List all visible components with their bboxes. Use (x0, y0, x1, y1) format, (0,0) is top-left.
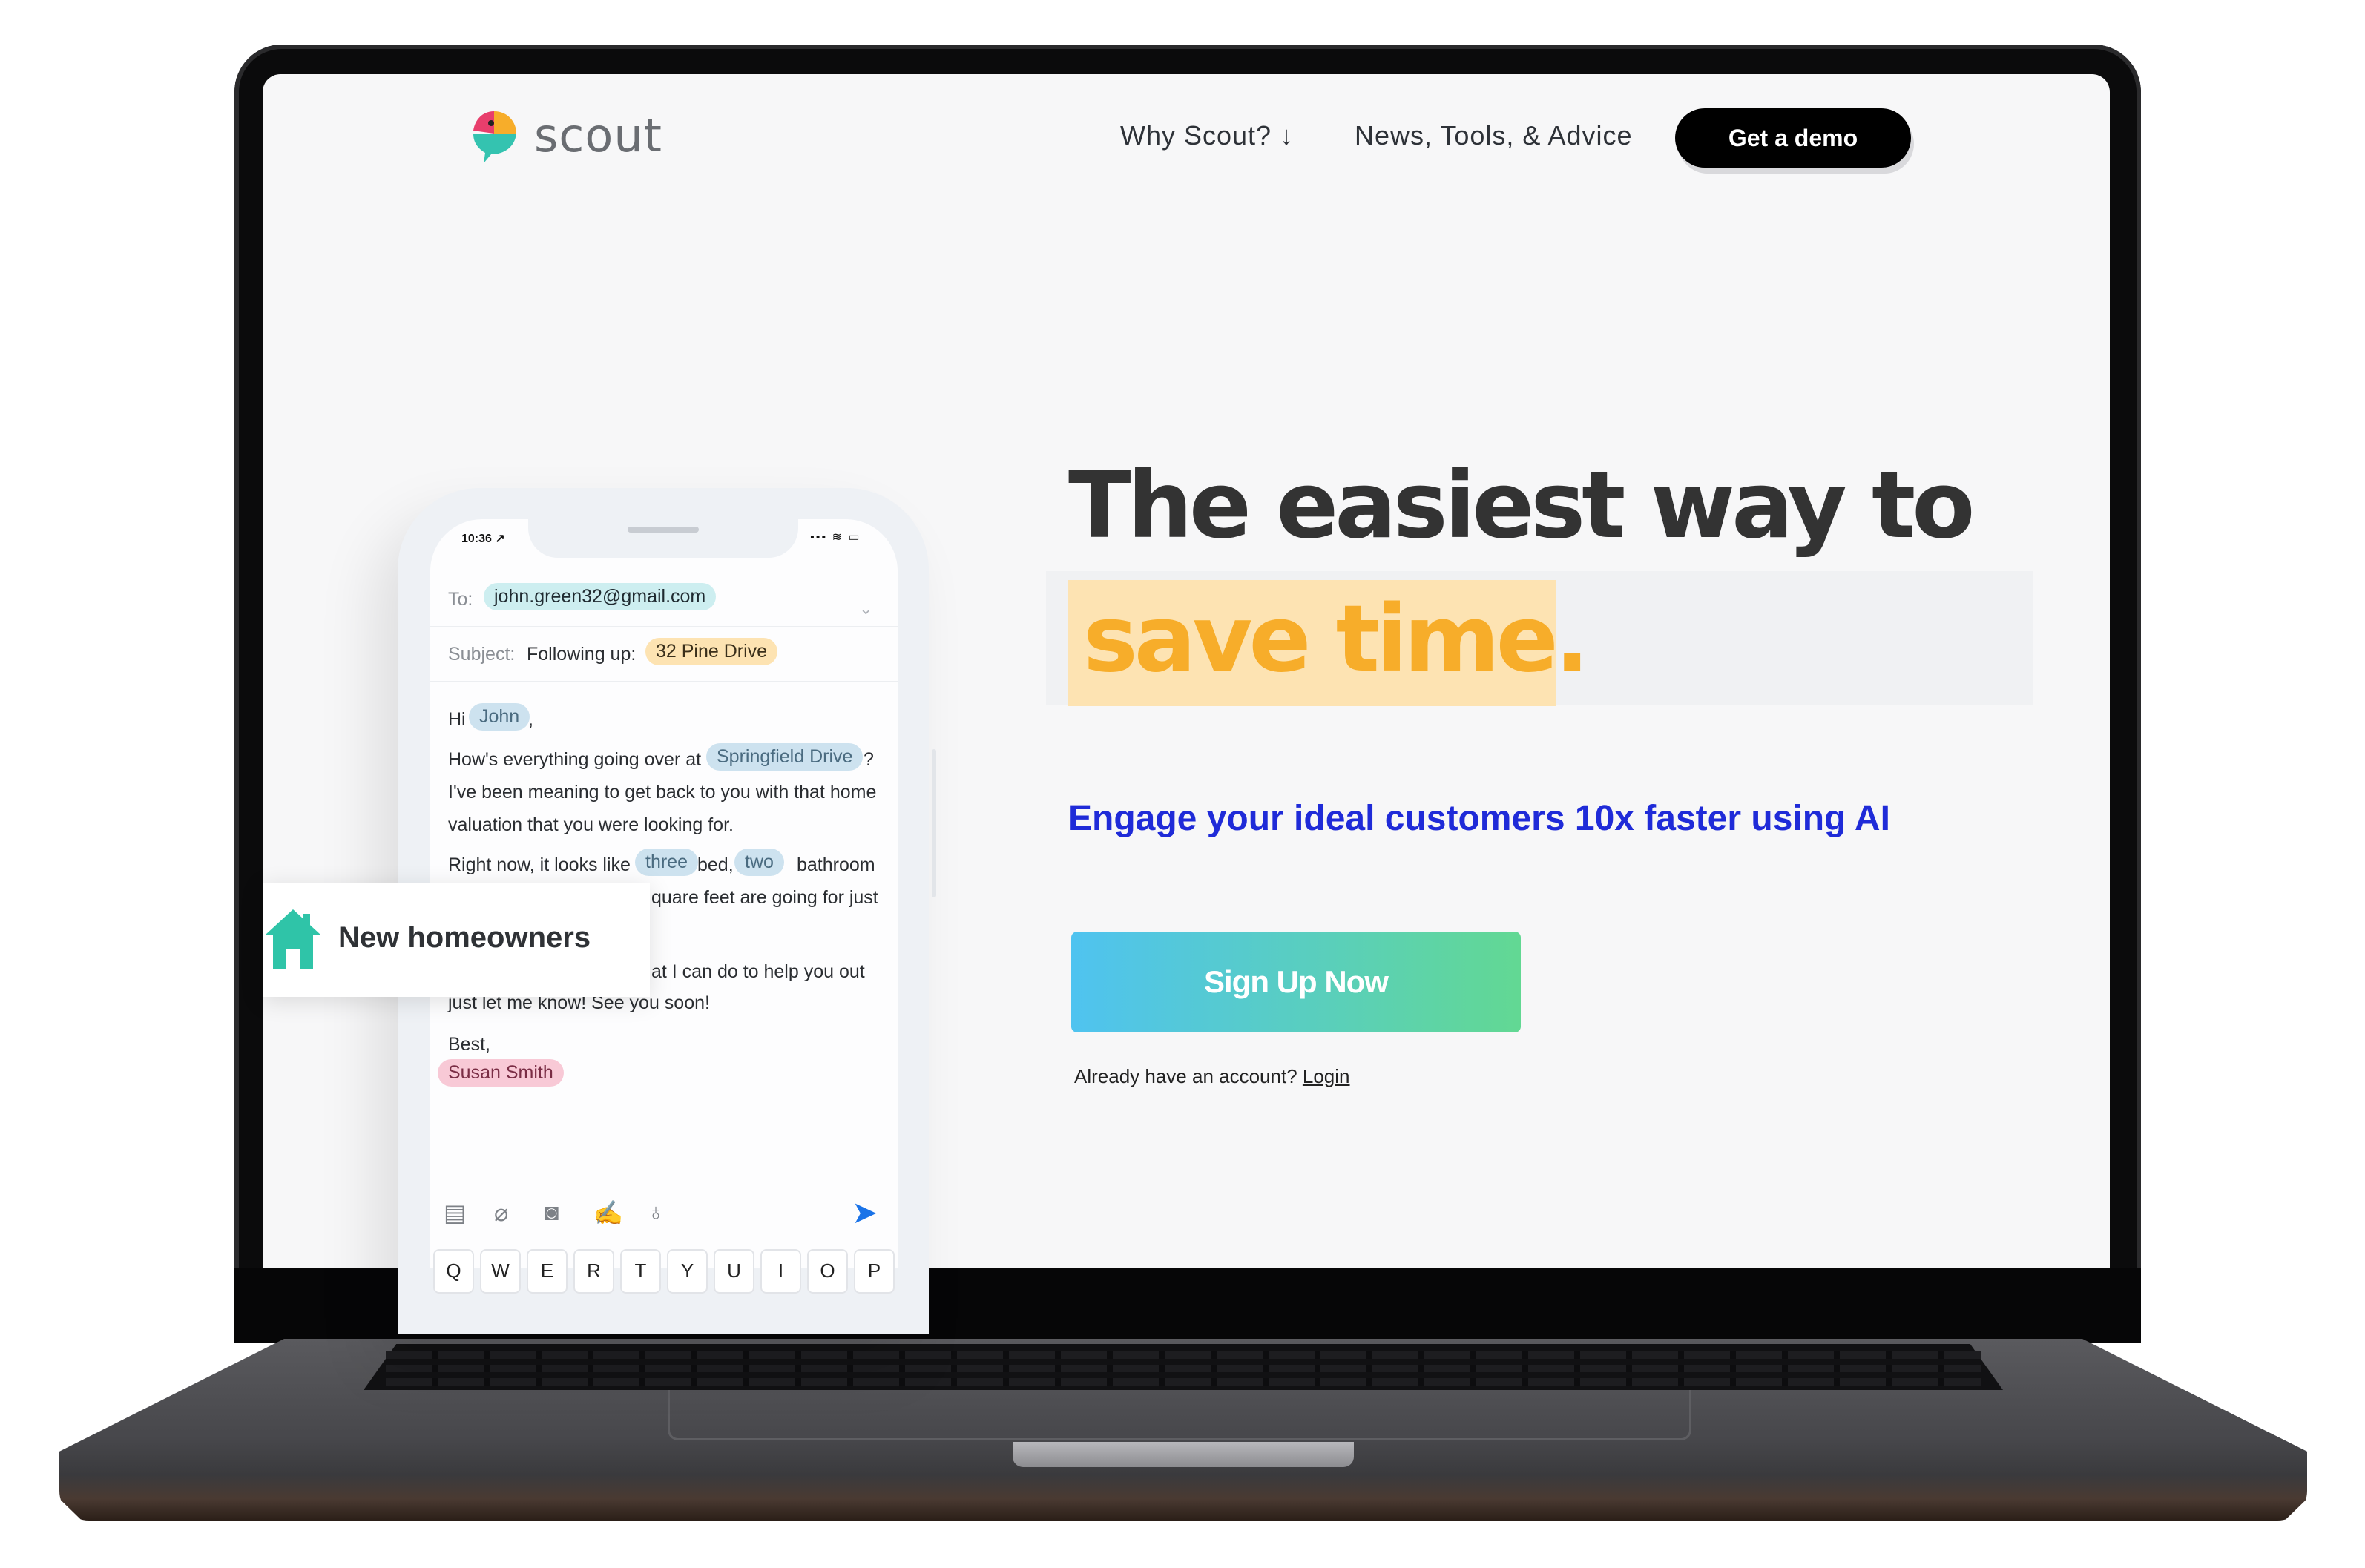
phone-keyboard-row: Q W E R T Y U I O P (433, 1249, 895, 1294)
nav-why-scout[interactable]: Why Scout? ↓ (1120, 120, 1294, 151)
nav-news-tools-advice[interactable]: News, Tools, & Advice (1355, 120, 1633, 151)
keyboard-key-row (386, 1365, 1981, 1372)
greeting: Hi (448, 709, 466, 730)
page-scrollbar[interactable] (932, 749, 936, 897)
camera-icon[interactable]: ◙ (545, 1199, 559, 1226)
email-line: at I can do to help you out (651, 961, 865, 982)
keyboard-key-row (386, 1351, 1981, 1359)
get-demo-button[interactable]: Get a demo (1675, 108, 1911, 168)
subject-address-chip[interactable]: 32 Pine Drive (645, 638, 778, 665)
scout-logo[interactable]: scout (464, 105, 662, 165)
email-line: bed, (697, 854, 734, 875)
new-homeowners-label: New homeowners (338, 921, 591, 954)
keyboard-key[interactable]: T (620, 1249, 661, 1294)
beds-chip[interactable]: three (635, 849, 698, 876)
keyboard-key[interactable]: E (527, 1249, 568, 1294)
phone-speaker (628, 527, 699, 533)
email-signoff: Best, (448, 1034, 490, 1055)
microphone-icon[interactable]: ♁ (647, 1199, 665, 1226)
keyboard-key[interactable]: U (714, 1249, 754, 1294)
subject-label: Subject: (448, 644, 516, 665)
email-line: How's everything going over at (448, 749, 702, 770)
keyboard-key[interactable]: Q (433, 1249, 474, 1294)
greeting-comma: , (528, 709, 533, 730)
keyboard-key[interactable]: W (480, 1249, 521, 1294)
house-icon (266, 909, 320, 969)
email-line: valuation that you were looking for. (448, 814, 734, 835)
recipient-chip[interactable]: john.green32@gmail.com (484, 583, 717, 610)
subject-text: Following up: (527, 644, 637, 665)
paperclip-icon[interactable]: ⌀ (494, 1199, 508, 1227)
laptop-trackpad (668, 1390, 1691, 1440)
hero-headline: The easiest way to (1068, 452, 1975, 559)
email-line: Right now, it looks like (448, 854, 631, 875)
to-label: To: (448, 589, 473, 610)
keyboard-key[interactable]: Y (667, 1249, 708, 1294)
address-chip[interactable]: Springfield Drive (706, 743, 864, 771)
send-icon[interactable]: ➤ (852, 1194, 878, 1231)
email-line: I've been meaning to get back to you wit… (448, 782, 877, 803)
hero-headline-accent: save time. (1083, 586, 1590, 693)
account-prompt: Already have an account? Login (1074, 1065, 1350, 1088)
chevron-down-icon[interactable]: ⌄ (859, 599, 872, 619)
sign-up-button[interactable]: Sign Up Now (1071, 932, 1521, 1032)
signature-icon[interactable]: ✍ (593, 1199, 623, 1227)
email-line: ? (864, 749, 874, 770)
greeting-name-chip[interactable]: John (469, 703, 530, 731)
keyboard-key[interactable]: O (807, 1249, 848, 1294)
keyboard-key[interactable]: P (854, 1249, 895, 1294)
phone-notch (528, 516, 798, 558)
keyboard-key-row (386, 1378, 1981, 1386)
email-line: bathroom (797, 854, 875, 875)
keyboard-key[interactable]: I (760, 1249, 801, 1294)
calendar-icon[interactable]: ▤ (444, 1199, 466, 1227)
hero-subheadline: Engage your ideal customers 10x faster u… (1068, 799, 1890, 838)
baths-chip[interactable]: two (734, 849, 784, 876)
brand-name: scout (534, 108, 662, 162)
sender-chip[interactable]: Susan Smith (438, 1059, 564, 1087)
status-icons: ▪▪▪ ≋ ▭ (810, 531, 861, 544)
laptop-opening-notch (1013, 1442, 1354, 1467)
email-line: quare feet are going for just (651, 887, 878, 908)
login-link[interactable]: Login (1303, 1065, 1350, 1087)
parrot-logo-icon (473, 111, 516, 163)
account-prompt-text: Already have an account? (1074, 1065, 1297, 1087)
keyboard-key[interactable]: R (573, 1249, 614, 1294)
status-time: 10:36 ↗ (461, 533, 505, 545)
